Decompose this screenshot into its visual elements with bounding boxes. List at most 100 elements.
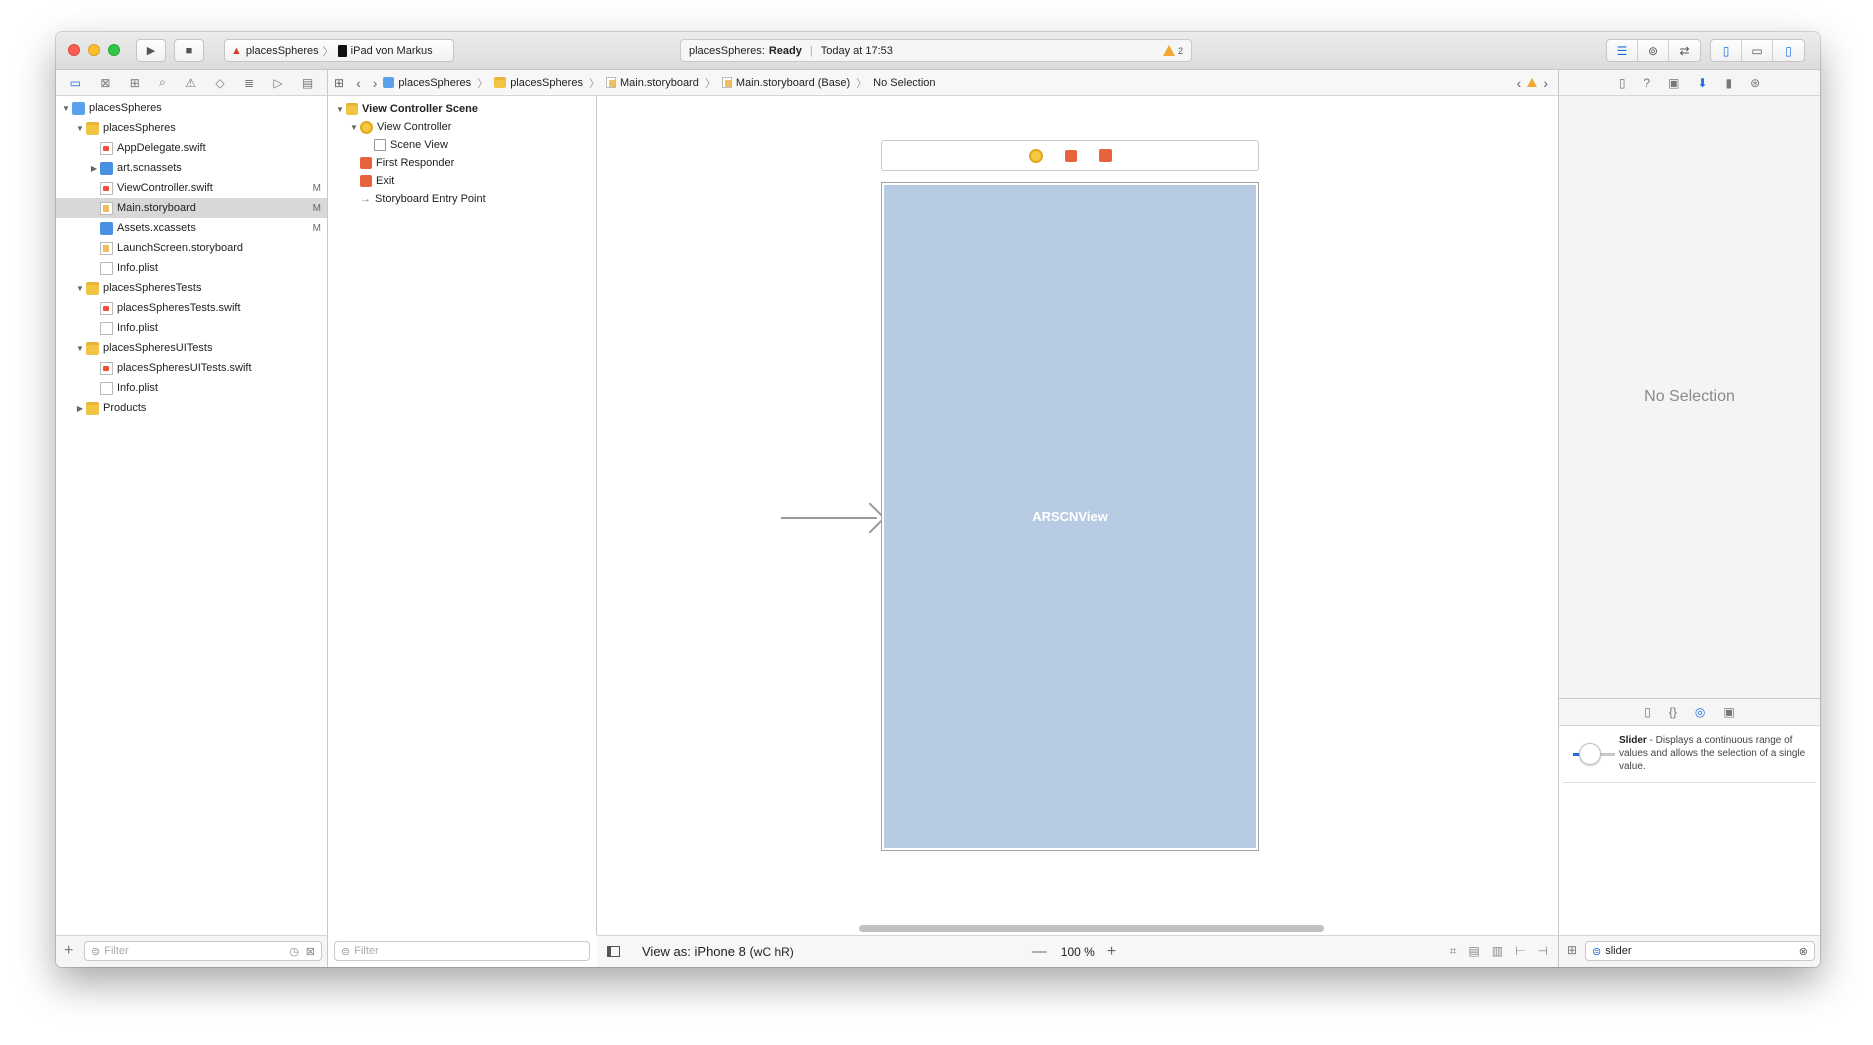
clear-icon[interactable]: ⊗ [1799,945,1808,958]
scm-filter-icon[interactable]: ⊠ [306,945,315,958]
outline-toggle-icon[interactable] [607,946,620,957]
standard-editor-icon[interactable]: ☰ [1607,40,1638,61]
outline-item[interactable]: First Responder [328,154,596,172]
breadcrumb[interactable]: placesSpheres [383,77,471,89]
outline-item[interactable]: ▼ View Controller Scene [328,100,596,118]
file-inspector-icon[interactable]: ▯ [1619,76,1626,90]
disclosure-open-icon[interactable]: ▼ [74,284,86,293]
list-item[interactable]: Info.plist [56,378,327,398]
outline-item[interactable]: ▼ View Controller [328,118,596,136]
list-item[interactable]: ▶ art.scnassets [56,158,327,178]
disclosure-open-icon[interactable]: ▼ [74,124,86,133]
pin-icon[interactable]: ⊣ [1538,944,1548,959]
disclosure-open-icon[interactable]: ▼ [60,104,72,113]
source-control-icon[interactable]: ⊠ [100,76,110,90]
issue-navigator-icon[interactable]: ⚠ [185,76,196,90]
breakpoint-navigator-icon[interactable]: ▷ [273,76,282,90]
warning-icon[interactable] [1527,78,1538,87]
file-template-library-icon[interactable]: ▯ [1644,705,1651,719]
horizontal-scrollbar[interactable] [859,925,1324,932]
code-snippet-library-icon[interactable]: {} [1669,705,1677,719]
navigator-filter-field[interactable]: ⊜ Filter ◷ ⊠ [84,941,322,961]
outline-item[interactable]: Exit [328,172,596,190]
list-item[interactable]: placesSpheresTests.swift [56,298,327,318]
version-editor-icon[interactable]: ⇄ [1669,40,1700,61]
list-item[interactable]: LaunchScreen.storyboard [56,238,327,258]
find-navigator-icon[interactable]: ⌕ [159,75,166,90]
stop-button[interactable]: ■ [174,39,204,62]
test-navigator-icon[interactable]: ◇ [215,76,224,90]
run-button[interactable]: ▶ [136,39,166,62]
list-item[interactable]: ▼ placesSpheres [56,118,327,138]
minimize-button[interactable] [88,44,100,56]
grid-view-icon[interactable]: ⊞ [1567,943,1577,957]
list-item[interactable]: ▶ Products [56,398,327,418]
storyboard-canvas[interactable]: ARSCNView [597,96,1558,935]
next-issue-icon[interactable]: › [1543,75,1548,91]
related-items-icon[interactable]: ⊞ [334,76,344,90]
view-as-button[interactable]: View as: iPhone 8 (wC hR) [642,944,794,959]
disclosure-open-icon[interactable]: ▼ [334,105,346,114]
debug-navigator-icon[interactable]: ≣ [244,76,254,90]
previous-issue-icon[interactable]: ‹ [1517,75,1522,91]
list-item[interactable]: Info.plist [56,258,327,278]
view-controller-frame[interactable]: ARSCNView [881,182,1259,851]
align-icon[interactable]: ⊢ [1515,944,1525,959]
back-arrow-icon[interactable]: ‹ [356,75,361,91]
debug-toggle-icon[interactable]: ▭ [1742,40,1773,61]
list-item[interactable]: placesSpheresUITests.swift [56,358,327,378]
symbol-navigator-icon[interactable]: ⊞ [130,76,140,90]
outline-item[interactable]: Scene View [328,136,596,154]
close-button[interactable] [68,44,80,56]
stack-icon[interactable]: ▥ [1492,944,1503,959]
breadcrumb[interactable]: placesSpheres [494,77,583,89]
warning-indicator[interactable]: 2 [1162,45,1183,56]
project-navigator-icon[interactable]: ▭ [70,76,81,90]
assistant-editor-icon[interactable]: ⊚ [1638,40,1669,61]
list-item[interactable]: Main.storyboard M [56,198,327,218]
outline-item[interactable]: → Storyboard Entry Point [328,190,596,208]
first-responder-icon[interactable] [1064,149,1077,162]
arscnview[interactable]: ARSCNView [884,185,1256,848]
list-item[interactable]: ViewController.swift M [56,178,327,198]
breadcrumb[interactable]: Main.storyboard (Base) [721,77,850,89]
list-item[interactable]: ▼ placesSpheresTests [56,278,327,298]
library-item-slider[interactable]: Slider - Displays a continuous range of … [1563,726,1816,783]
disclosure-open-icon[interactable]: ▼ [74,344,86,353]
zoom-button[interactable] [108,44,120,56]
disclosure-open-icon[interactable]: ▼ [348,123,360,132]
panel-toggle-control[interactable]: ▯ ▭ ▯ [1710,39,1805,62]
utilities-toggle-icon[interactable]: ▯ [1773,40,1804,61]
library-search-field[interactable]: ⊜ slider ⊗ [1585,941,1815,961]
editor-mode-control[interactable]: ☰ ⊚ ⇄ [1606,39,1701,62]
embed-stack-icon[interactable]: ▤ [1468,944,1479,959]
scheme-selector[interactable]: ▲ placesSpheres 〉 iPad von Markus [224,39,454,62]
breadcrumb[interactable]: No Selection [873,77,935,89]
exit-icon[interactable] [1098,149,1112,162]
attributes-inspector-icon[interactable]: ⬇ [1697,76,1707,90]
list-item[interactable]: AppDelegate.swift [56,138,327,158]
zoom-out-button[interactable]: — [1032,943,1047,960]
media-library-icon[interactable]: ▣ [1723,705,1734,719]
navigator-toggle-icon[interactable]: ▯ [1711,40,1742,61]
disclosure-closed-icon[interactable]: ▶ [74,404,86,413]
list-item[interactable]: Assets.xcassets M [56,218,327,238]
quick-help-icon[interactable]: ? [1643,76,1650,90]
breadcrumb[interactable]: Main.storyboard [605,77,699,89]
size-inspector-icon[interactable]: ▮ [1726,76,1733,90]
connections-inspector-icon[interactable]: ⊛ [1750,76,1760,90]
update-frames-icon[interactable]: ⌗ [1450,944,1457,959]
object-library-icon[interactable]: ◎ [1695,705,1705,719]
disclosure-closed-icon[interactable]: ▶ [88,164,100,173]
view-controller-icon[interactable] [1028,148,1043,163]
forward-arrow-icon[interactable]: › [373,75,378,91]
report-navigator-icon[interactable]: ▤ [302,76,313,90]
outline-filter-field[interactable]: ⊜ Filter [334,941,590,961]
recent-files-icon[interactable]: ◷ [289,945,299,958]
list-item[interactable]: ▼ placesSpheresUITests [56,338,327,358]
list-item[interactable]: Info.plist [56,318,327,338]
identity-inspector-icon[interactable]: ▣ [1668,76,1679,90]
add-icon[interactable]: + [64,942,73,960]
zoom-in-button[interactable]: + [1107,943,1116,961]
list-item[interactable]: ▼ placesSpheres [56,98,327,118]
